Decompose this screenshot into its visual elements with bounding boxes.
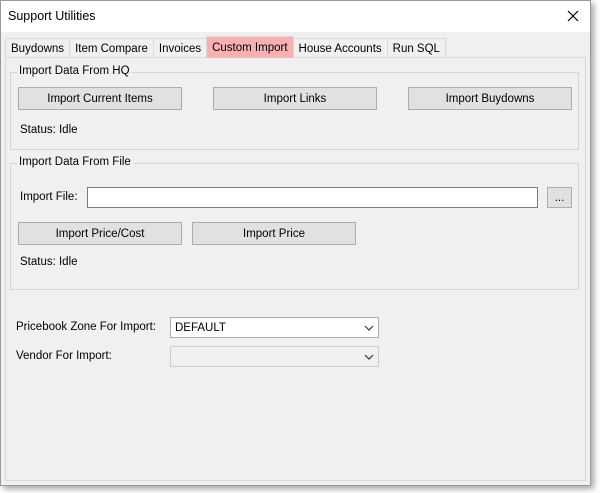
- browse-file-button[interactable]: ...: [547, 187, 572, 208]
- chevron-down-icon: [364, 354, 374, 360]
- file-status-text: Status: Idle: [20, 256, 78, 268]
- chevron-down-icon: [364, 325, 374, 331]
- vendor-select[interactable]: [170, 346, 379, 367]
- close-icon: [567, 10, 579, 22]
- client-area: Buydowns Item Compare Invoices Custom Im…: [1, 32, 590, 485]
- hq-status-text: Status: Idle: [20, 124, 78, 136]
- tab-strip: Buydowns Item Compare Invoices Custom Im…: [5, 36, 446, 58]
- import-file-input[interactable]: [87, 187, 538, 208]
- tab-item-compare[interactable]: Item Compare: [69, 38, 154, 58]
- import-from-hq-title: Import Data From HQ: [17, 65, 132, 77]
- vendor-label: Vendor For Import:: [16, 350, 112, 362]
- custom-import-tab-page: Import Data From HQ Import Current Items…: [5, 57, 586, 481]
- window-title: Support Utilities: [8, 9, 96, 23]
- import-from-hq-group: Import Data From HQ Import Current Items…: [10, 65, 579, 150]
- close-button[interactable]: [556, 1, 590, 31]
- tab-custom-import[interactable]: Custom Import: [206, 36, 294, 58]
- title-bar: Support Utilities: [1, 1, 590, 32]
- import-buydowns-button[interactable]: Import Buydowns: [408, 87, 572, 110]
- support-utilities-window: Support Utilities Buydowns Item Compare …: [0, 0, 591, 486]
- import-price-cost-button[interactable]: Import Price/Cost: [18, 222, 182, 245]
- tab-buydowns[interactable]: Buydowns: [5, 38, 71, 58]
- pricebook-zone-label: Pricebook Zone For Import:: [16, 321, 156, 333]
- tab-house-accounts[interactable]: House Accounts: [292, 38, 388, 58]
- import-from-file-title: Import Data From File: [17, 156, 133, 168]
- import-price-button[interactable]: Import Price: [192, 222, 356, 245]
- tab-invoices[interactable]: Invoices: [152, 38, 208, 58]
- import-from-file-group: Import Data From File Import File: ... I…: [10, 156, 579, 290]
- pricebook-zone-select[interactable]: DEFAULT: [170, 317, 379, 338]
- pricebook-zone-value: DEFAULT: [175, 321, 226, 334]
- import-links-button[interactable]: Import Links: [213, 87, 377, 110]
- import-file-label: Import File:: [20, 191, 78, 203]
- tab-run-sql[interactable]: Run SQL: [386, 38, 446, 58]
- import-current-items-button[interactable]: Import Current Items: [18, 87, 182, 110]
